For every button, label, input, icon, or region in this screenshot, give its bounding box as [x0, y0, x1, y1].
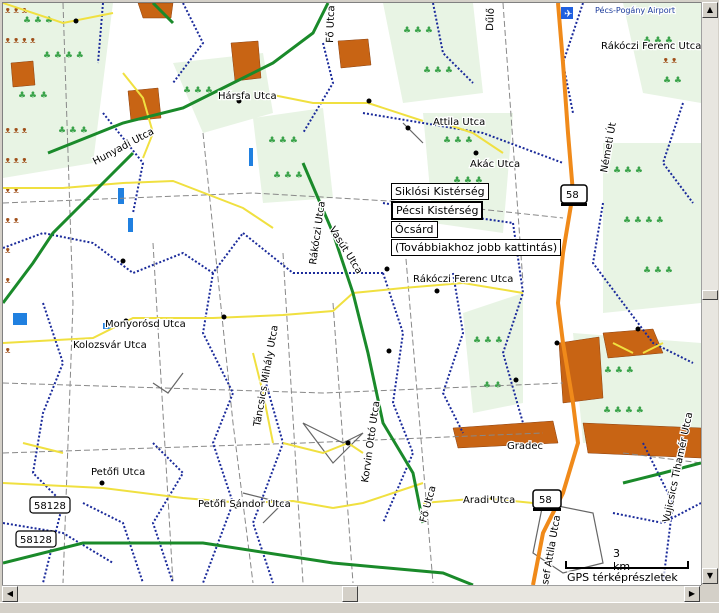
scroll-down-button[interactable]: ▼: [702, 568, 718, 584]
status-strip: [0, 602, 719, 613]
label-akac: Akác Utca: [470, 158, 520, 170]
svg-text:ᴥ ᴥ: ᴥ ᴥ: [5, 216, 19, 226]
svg-text:58: 58: [566, 190, 579, 201]
route-shield-58128-a: 58128: [29, 496, 71, 514]
route-shield-58-top: 58: [560, 184, 588, 206]
svg-text:♣ ♣ ♣: ♣ ♣ ♣: [58, 126, 88, 136]
scroll-up-button[interactable]: ▲: [702, 2, 718, 18]
map-canvas[interactable]: ♣ ♣ ♣ ♣ ♣ ♣ ♣ ♣ ♣ ♣ ♣ ♣ ♣ ♣ ♣ ♣ ♣ ♣ ♣ ♣ ♣ ♣ ♣…: [2, 2, 702, 586]
horizontal-scrollbar[interactable]: ◀ ▶: [2, 585, 700, 602]
svg-text:✈: ✈: [564, 9, 572, 20]
label-kovin-otto: Korvin Ottó Utca: [359, 400, 382, 483]
label-aradi: Aradi Utca: [463, 495, 515, 506]
svg-text:♣ ♣ ♣: ♣ ♣ ♣: [273, 171, 303, 181]
popup-item-siklosi[interactable]: Siklósi Kistérség: [391, 183, 489, 200]
popup-item-ocsard[interactable]: Ócsárd: [391, 221, 438, 238]
svg-text:ᴥ: ᴥ: [5, 276, 11, 286]
svg-text:♣ ♣ ♣: ♣ ♣ ♣: [403, 26, 433, 36]
svg-text:♣ ♣ ♣ ♣: ♣ ♣ ♣ ♣: [43, 51, 84, 61]
horizontal-scroll-thumb[interactable]: [342, 586, 358, 602]
scroll-left-button[interactable]: ◀: [2, 586, 18, 602]
svg-text:58: 58: [539, 495, 552, 506]
label-monyorosd: Monyorósd Utca: [105, 318, 186, 330]
svg-text:ᴥ ᴥ ᴥ: ᴥ ᴥ ᴥ: [5, 156, 28, 166]
svg-text:♣ ♣ ♣ ♣: ♣ ♣ ♣ ♣: [623, 216, 664, 226]
label-fo-utca-top: Fő Utca: [324, 5, 337, 43]
svg-text:♣ ♣ ♣: ♣ ♣ ♣: [613, 166, 643, 176]
svg-text:ᴥ ᴥ ᴥ ᴥ: ᴥ ᴥ ᴥ ᴥ: [5, 36, 36, 46]
map-window: ♣ ♣ ♣ ♣ ♣ ♣ ♣ ♣ ♣ ♣ ♣ ♣ ♣ ♣ ♣ ♣ ♣ ♣ ♣ ♣ ♣ ♣ ♣…: [0, 0, 719, 613]
svg-text:♣ ♣ ♣: ♣ ♣ ♣: [473, 336, 503, 346]
label-dulo: Dűlő: [484, 8, 497, 31]
label-airport: Pécs-Pogány Airport: [595, 5, 675, 15]
label-tancsics: Táncsics Mihály Utca: [251, 324, 281, 428]
label-kolozsvar: Kolozsvár Utca: [73, 339, 147, 351]
svg-text:♣ ♣: ♣ ♣: [663, 76, 682, 86]
map-svg[interactable]: ♣ ♣ ♣ ♣ ♣ ♣ ♣ ♣ ♣ ♣ ♣ ♣ ♣ ♣ ♣ ♣ ♣ ♣ ♣ ♣ ♣ ♣ ♣…: [3, 3, 701, 585]
map-info-popup: Siklósi Kistérség Pécsi Kistérség Ócsárd…: [391, 183, 562, 257]
svg-text:♣ ♣ ♣ ♣: ♣ ♣ ♣ ♣: [603, 406, 644, 416]
route-shield-58128-b: 58128: [15, 530, 57, 548]
map-credit: GPS térképrészletek: [567, 571, 678, 584]
svg-text:ᴥ ᴥ ᴥ: ᴥ ᴥ ᴥ: [5, 126, 28, 136]
svg-text:♣ ♣ ♣: ♣ ♣ ♣: [18, 91, 48, 101]
label-rakoczi-ferenc-mid: Rákóczi Ferenc Utca: [413, 273, 513, 285]
svg-text:58128: 58128: [34, 501, 66, 512]
svg-text:ᴥ: ᴥ: [5, 346, 11, 356]
label-rakoczi-utca: Rákóczi Utca: [307, 200, 328, 265]
svg-text:ᴥ ᴥ: ᴥ ᴥ: [663, 56, 677, 66]
label-petofi: Petőfi Utca: [91, 466, 145, 478]
popup-item-pecsi[interactable]: Pécsi Kistérség: [391, 201, 484, 220]
label-harsfa: Hársfa Utca: [218, 90, 277, 102]
svg-text:♣ ♣ ♣: ♣ ♣ ♣: [443, 136, 473, 146]
label-attila: Attila Utca: [433, 117, 485, 128]
svg-text:58128: 58128: [20, 535, 52, 546]
vertical-scroll-thumb[interactable]: [702, 290, 718, 300]
scroll-right-button[interactable]: ▶: [684, 586, 700, 602]
popup-item-more-hint[interactable]: (Továbbiakhoz jobb kattintás): [391, 239, 562, 256]
label-petofi-sandor: Petőfi Sándor Utca: [198, 498, 291, 510]
label-rakoczi-ferenc-top: Rákóczi Ferenc Utca: [601, 40, 701, 52]
route-shield-58-bottom: 58: [532, 489, 562, 511]
svg-text:♣ ♣ ♣: ♣ ♣ ♣: [268, 136, 298, 146]
scale-label: 3 km: [613, 547, 631, 573]
label-jozsef-attila: sef Attila Utca: [540, 514, 563, 585]
label-gradek: Gradec: [507, 441, 543, 452]
main-roads: [3, 3, 701, 585]
scrollbar-corner: [701, 585, 717, 601]
svg-text:♣ ♣ ♣: ♣ ♣ ♣: [643, 266, 673, 276]
vertical-scrollbar[interactable]: ▲ ▼: [701, 2, 718, 584]
svg-text:♣ ♣ ♣: ♣ ♣ ♣: [423, 66, 453, 76]
scale-line: [565, 561, 689, 569]
svg-text:ᴥ: ᴥ: [5, 246, 11, 256]
